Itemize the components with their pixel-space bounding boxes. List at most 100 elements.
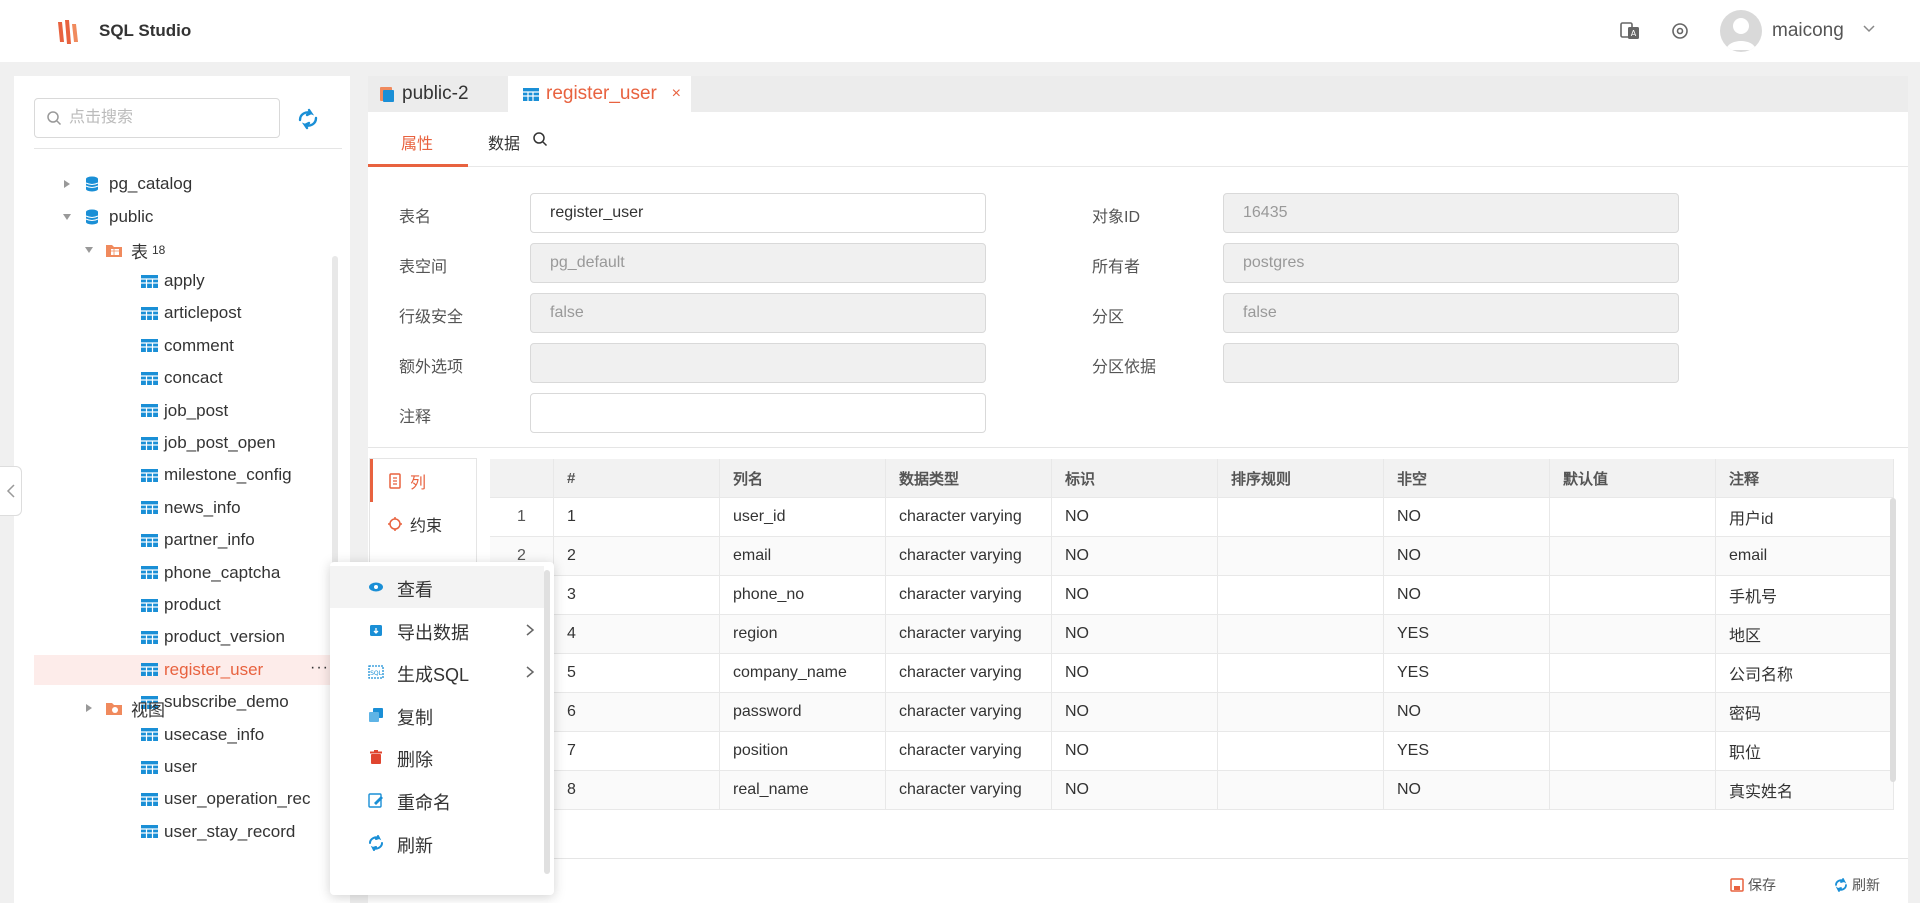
table-cell[interactable]: NO	[1052, 654, 1218, 692]
sidebar-table-item[interactable]: user_stay_record	[34, 817, 340, 847]
comment-field[interactable]	[530, 393, 986, 433]
tablespace-field[interactable]: pg_default	[530, 243, 986, 283]
table-cell[interactable]: NO	[1052, 615, 1218, 653]
table-cell[interactable]: 4	[554, 615, 720, 653]
sidebar-table-item[interactable]: comment	[34, 331, 340, 361]
table-cell[interactable]	[1550, 537, 1716, 575]
tree-node-pg-catalog[interactable]: pg_catalog	[61, 169, 192, 199]
search-icon[interactable]	[532, 131, 548, 147]
context-menu-scrollbar[interactable]	[544, 570, 550, 874]
partition-by-field[interactable]	[1223, 343, 1679, 383]
table-cell[interactable]: character varying	[886, 537, 1052, 575]
chevron-down-icon[interactable]	[1862, 22, 1876, 36]
sidebar-table-item[interactable]: product	[34, 590, 340, 620]
table-cell[interactable]: YES	[1384, 732, 1550, 770]
column-header[interactable]: 列名	[720, 459, 886, 497]
column-header[interactable]: 非空	[1384, 459, 1550, 497]
table-cell[interactable]: character varying	[886, 693, 1052, 731]
sidebar-table-item[interactable]: partner_info	[34, 525, 340, 555]
table-cell[interactable]: character varying	[886, 498, 1052, 536]
table-cell[interactable]	[1550, 771, 1716, 809]
table-row[interactable]: 33phone_nocharacter varyingNONO手机号	[490, 576, 1894, 615]
menu-columns[interactable]: 列	[370, 459, 476, 502]
table-row[interactable]: 77positioncharacter varyingNOYES职位	[490, 732, 1894, 771]
table-cell[interactable]: YES	[1384, 654, 1550, 692]
table-cell[interactable]: NO	[1384, 498, 1550, 536]
object-id-field[interactable]: 16435	[1223, 193, 1679, 233]
more-options-icon[interactable]: ···	[310, 659, 329, 677]
table-row[interactable]: 2 2 email character varying NO NO email	[490, 537, 1894, 576]
column-header[interactable]: 默认值	[1550, 459, 1716, 497]
avatar[interactable]	[1720, 10, 1762, 52]
table-cell[interactable]: NO	[1384, 771, 1550, 809]
context-menu-item[interactable]: 复制	[330, 694, 544, 736]
table-cell[interactable]: NO	[1384, 576, 1550, 614]
table-cell[interactable]: 密码	[1716, 693, 1894, 731]
close-icon[interactable]: ×	[672, 85, 681, 103]
table-cell[interactable]	[1218, 693, 1384, 731]
tree-node-public[interactable]: public	[61, 202, 153, 232]
table-cell[interactable]: email	[720, 537, 886, 575]
table-cell[interactable]: 5	[554, 654, 720, 692]
table-cell[interactable]	[1218, 654, 1384, 692]
table-cell[interactable]: 2	[554, 537, 720, 575]
sidebar-table-item[interactable]: job_post_open	[34, 428, 340, 458]
sidebar-table-item[interactable]: apply	[34, 266, 340, 296]
table-cell[interactable]: password	[720, 693, 886, 731]
table-cell[interactable]: character varying	[886, 654, 1052, 692]
table-name-field[interactable]: register_user	[530, 193, 986, 233]
table-cell[interactable]: NO	[1052, 732, 1218, 770]
context-menu-item[interactable]: 重命名	[330, 779, 544, 821]
table-cell[interactable]: 地区	[1716, 615, 1894, 653]
table-cell[interactable]: NO	[1052, 537, 1218, 575]
table-row[interactable]: 55company_namecharacter varyingNOYES公司名称	[490, 654, 1894, 693]
table-cell[interactable]: user_id	[720, 498, 886, 536]
column-header[interactable]: 数据类型	[886, 459, 1052, 497]
table-cell[interactable]	[1550, 693, 1716, 731]
table-cell[interactable]	[1218, 537, 1384, 575]
table-cell[interactable]	[1218, 732, 1384, 770]
tab-public-2[interactable]: public-2	[368, 76, 508, 112]
partition-field[interactable]: false	[1223, 293, 1679, 333]
table-cell[interactable]: 真实姓名	[1716, 771, 1894, 809]
table-row[interactable]: 66passwordcharacter varyingNONO密码	[490, 693, 1894, 732]
subtab-data[interactable]: 数据	[488, 130, 520, 154]
table-row[interactable]: 44regioncharacter varyingNOYES地区	[490, 615, 1894, 654]
username-label[interactable]: maicong	[1772, 20, 1844, 42]
sidebar-table-item[interactable]: job_post	[34, 396, 340, 426]
table-cell[interactable]: NO	[1384, 537, 1550, 575]
caret-right-icon[interactable]	[61, 178, 73, 190]
table-cell[interactable]: 1	[554, 498, 720, 536]
translate-icon[interactable]: A	[1619, 20, 1641, 42]
tree-folder-tables[interactable]: 表 18	[83, 235, 165, 265]
table-cell[interactable]	[1218, 576, 1384, 614]
sync-refresh-icon[interactable]	[296, 108, 320, 130]
caret-down-icon[interactable]	[61, 211, 73, 223]
column-header[interactable]: 标识	[1052, 459, 1218, 497]
table-cell[interactable]: 手机号	[1716, 576, 1894, 614]
save-button[interactable]: 保存	[1730, 875, 1776, 895]
column-header[interactable]: 注释	[1716, 459, 1894, 497]
table-cell[interactable]	[1218, 771, 1384, 809]
settings-gear-icon[interactable]	[1669, 20, 1691, 42]
table-row[interactable]: 1 1 user_id character varying NO NO 用户id	[490, 498, 1894, 537]
sidebar-table-item[interactable]: news_info	[34, 493, 340, 523]
caret-right-icon[interactable]	[83, 702, 95, 714]
table-cell[interactable]	[1550, 732, 1716, 770]
search-input[interactable]	[69, 99, 269, 137]
sidebar-table-item[interactable]: usecase_info	[34, 720, 340, 750]
subtab-properties[interactable]: 属性	[401, 130, 433, 154]
table-cell[interactable]: 用户id	[1716, 498, 1894, 536]
table-scrollbar[interactable]	[1890, 498, 1896, 782]
row-security-field[interactable]: false	[530, 293, 986, 333]
table-cell[interactable]	[1218, 615, 1384, 653]
sidebar-table-item[interactable]: concact	[34, 363, 340, 393]
context-menu-item[interactable]: 导出数据	[330, 609, 544, 651]
context-menu-item[interactable]: 查看	[330, 566, 544, 608]
table-cell[interactable]: position	[720, 732, 886, 770]
table-cell[interactable]: NO	[1052, 771, 1218, 809]
sidebar-table-item[interactable]: register_user ···	[34, 654, 340, 685]
table-cell[interactable]: character varying	[886, 615, 1052, 653]
table-row[interactable]: 88real_namecharacter varyingNONO真实姓名	[490, 771, 1894, 810]
sidebar-table-item[interactable]: user	[34, 752, 340, 782]
